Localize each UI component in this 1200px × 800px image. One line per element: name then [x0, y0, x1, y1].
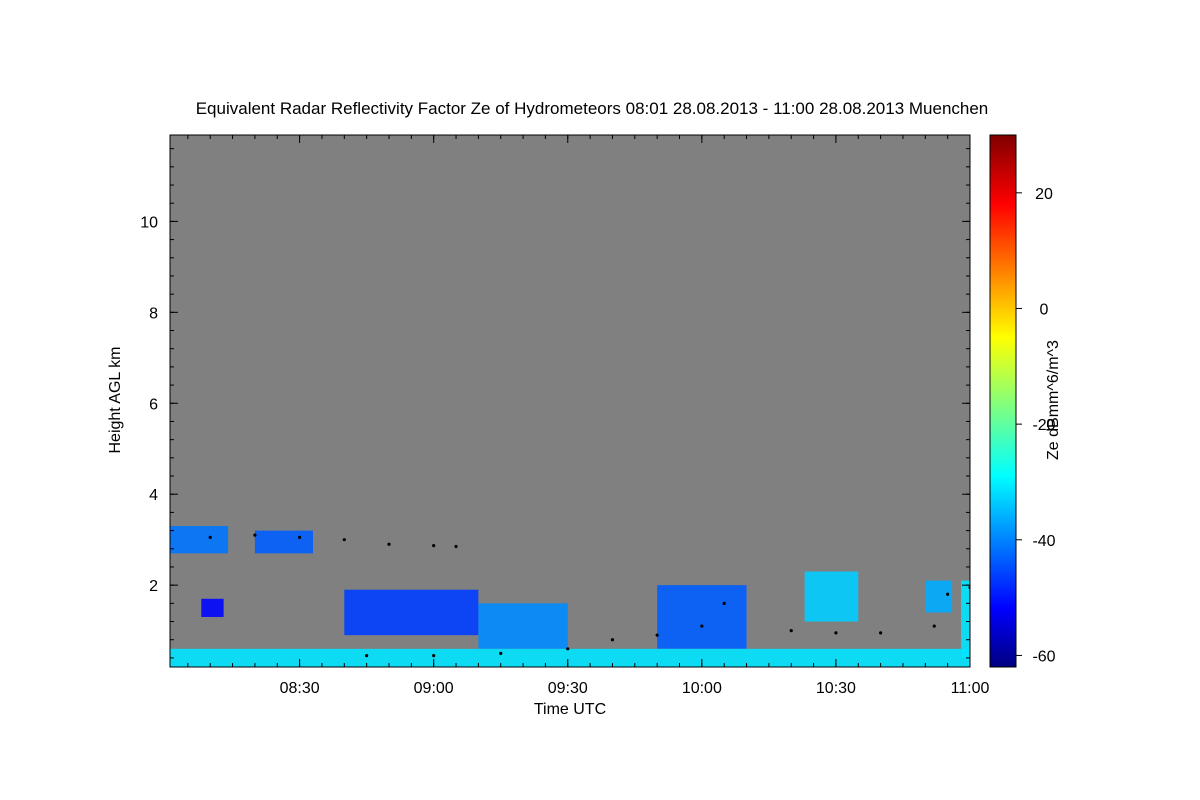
- echo-region: [170, 526, 229, 554]
- x-axis-label: Time UTC: [534, 701, 606, 718]
- cloud-base-dot: [566, 647, 570, 651]
- x-tick-label: 10:30: [816, 680, 856, 697]
- y-tick-label: 6: [149, 396, 158, 413]
- colorbar-tick-label: 0: [1040, 301, 1049, 318]
- plot-area: [169, 134, 971, 668]
- cloud-base-dot: [387, 542, 391, 546]
- echo-region: [254, 530, 314, 554]
- cloud-base-dot: [499, 651, 503, 655]
- cloud-base-dot: [834, 631, 838, 635]
- chart-title: Equivalent Radar Reflectivity Factor Ze …: [196, 99, 989, 118]
- echo-region: [961, 580, 970, 658]
- echo-region: [925, 580, 953, 613]
- cloud-base-dot: [365, 654, 369, 658]
- cloud-base-dot: [879, 631, 883, 635]
- cloud-base-dot: [208, 535, 212, 540]
- cloud-base-dot: [722, 601, 726, 605]
- y-tick-label: 8: [149, 305, 158, 322]
- cloud-base-dot: [789, 629, 793, 633]
- cloud-base-dot: [610, 638, 615, 642]
- cloud-base-dot: [253, 533, 257, 537]
- x-tick-label: 11:00: [951, 680, 990, 697]
- cloud-base-dot: [454, 544, 458, 549]
- echo-region: [344, 589, 479, 636]
- x-tick-label: 09:00: [414, 680, 454, 697]
- echo-region: [657, 585, 747, 649]
- echo-region: [170, 648, 970, 667]
- colorbar-tick-label: 20: [1035, 186, 1053, 203]
- echo-region: [478, 603, 568, 649]
- y-tick-label: 10: [140, 214, 158, 231]
- echo-region: [804, 571, 859, 622]
- cloud-base-dot: [932, 624, 936, 628]
- cloud-base-dot: [298, 535, 302, 540]
- colorbar: -60-40-20020 Ze dBmm^6/m^3: [989, 134, 1062, 668]
- cloud-base-dot: [432, 543, 436, 548]
- colorbar-tick-label: -60: [1032, 648, 1055, 665]
- cloud-base-dot: [432, 654, 436, 658]
- cloud-base-dot: [946, 592, 950, 596]
- cloud-base-dot: [700, 624, 704, 628]
- radar-chart: Equivalent Radar Reflectivity Factor Ze …: [107, 99, 1062, 718]
- colorbar-tick-label: -40: [1032, 533, 1055, 550]
- cloud-base-dot: [342, 538, 346, 542]
- x-tick-label: 08:30: [280, 680, 320, 697]
- y-tick-label: 2: [149, 578, 158, 595]
- echo-region: [201, 598, 224, 617]
- x-tick-label: 10:00: [682, 680, 722, 697]
- y-axis-label: Height AGL km: [107, 346, 124, 453]
- x-tick-label: 09:30: [548, 680, 588, 697]
- cloud-base-dot: [655, 633, 659, 637]
- colorbar-gradient: [989, 134, 1017, 668]
- y-tick-label: 4: [149, 487, 158, 504]
- colorbar-label: Ze dBmm^6/m^3: [1045, 340, 1062, 460]
